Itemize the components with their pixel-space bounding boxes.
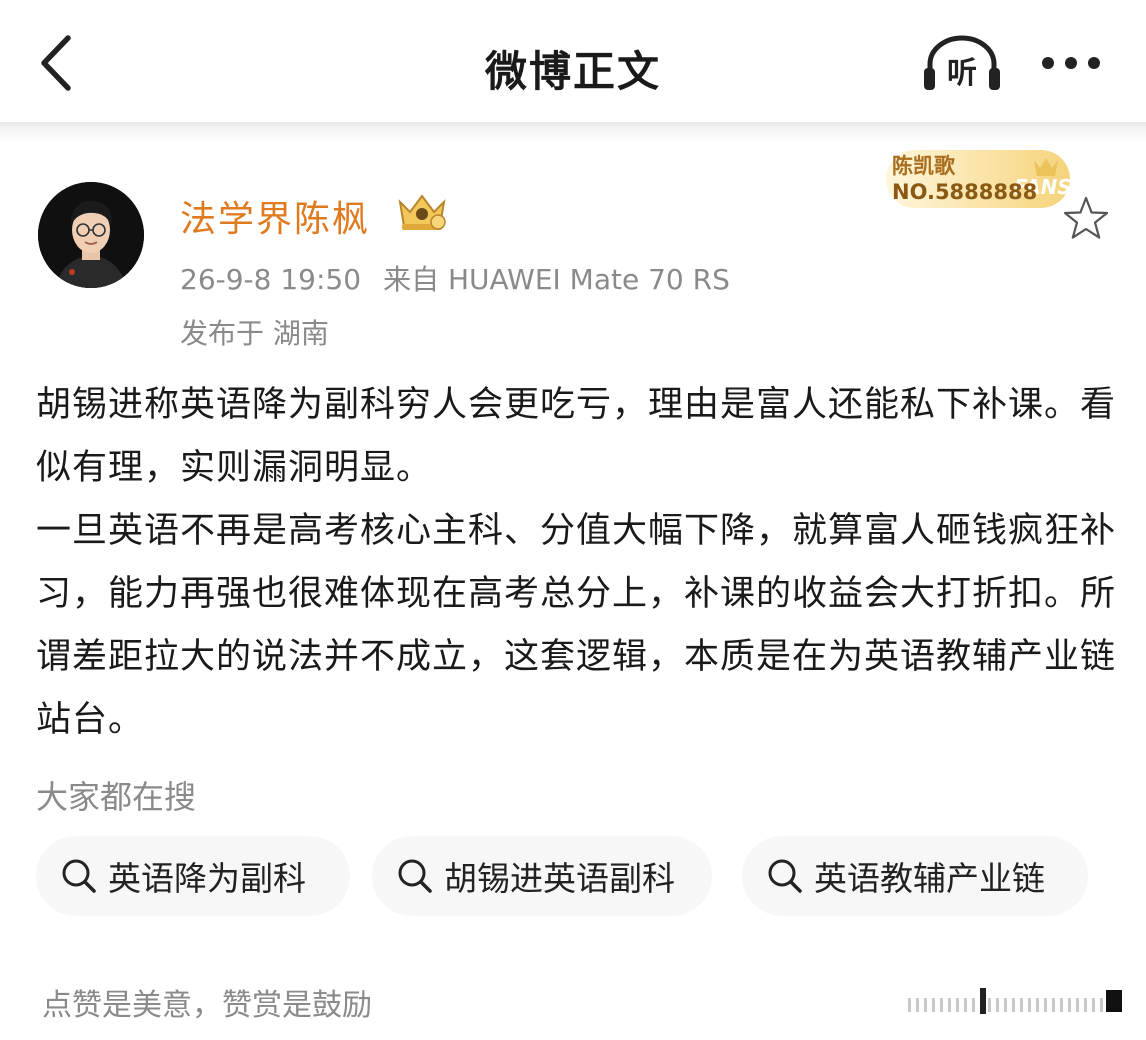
post-time: 26-9-8 19:50 [180, 263, 362, 296]
avatar[interactable] [38, 182, 144, 288]
post-content: 胡锡进称英语降为副科穷人会更吃亏，理由是富人还能私下补课。看似有理，实则漏洞明显… [36, 374, 1116, 752]
search-chip-label: 胡锡进英语副科 [444, 859, 675, 898]
crown-icon [398, 194, 446, 230]
reward-bars-icon [908, 988, 1122, 1014]
search-icon [398, 859, 432, 893]
more-dots-icon[interactable] [1040, 54, 1102, 72]
listen-headphones-icon[interactable]: 听 [922, 34, 1002, 94]
fans-badge-number: NO.5888888 [892, 180, 1038, 204]
reward-prompt: 点赞是美意，赞赏是鼓励 [42, 988, 372, 1023]
post-location: 发布于 湖南 [180, 317, 329, 350]
author-name[interactable]: 法学界陈枫 [180, 190, 370, 242]
header-divider [0, 122, 1146, 142]
hot-search-label: 大家都在搜 [36, 778, 197, 816]
listen-label: 听 [947, 56, 977, 91]
search-chip-label: 英语降为副科 [108, 859, 306, 898]
fans-badge-name: 陈凯歌 [892, 154, 955, 178]
post-paragraph: 胡锡进称英语降为副科穷人会更吃亏，理由是富人还能私下补课。看似有理，实则漏洞明显… [36, 385, 1117, 488]
post-paragraph: 一旦英语不再是高考核心主科、分值大幅下降，就算富人砸钱疯狂补习，能力再强也很难体… [36, 511, 1117, 740]
search-chip-label: 英语教辅产业链 [814, 859, 1045, 898]
top-navigation-bar: 微博正文 听 [0, 0, 1146, 122]
search-chip[interactable]: 胡锡进英语副科 [372, 836, 712, 916]
favorite-star-icon[interactable] [1062, 194, 1110, 242]
search-chip[interactable]: 英语降为副科 [36, 836, 350, 916]
search-chip[interactable]: 英语教辅产业链 [742, 836, 1088, 916]
post-source: 来自 HUAWEI Mate 70 RS [383, 263, 730, 296]
post-meta: 26-9-8 19:50 来自 HUAWEI Mate 70 RS [180, 258, 730, 298]
search-icon [62, 859, 96, 893]
search-icon [768, 859, 802, 893]
